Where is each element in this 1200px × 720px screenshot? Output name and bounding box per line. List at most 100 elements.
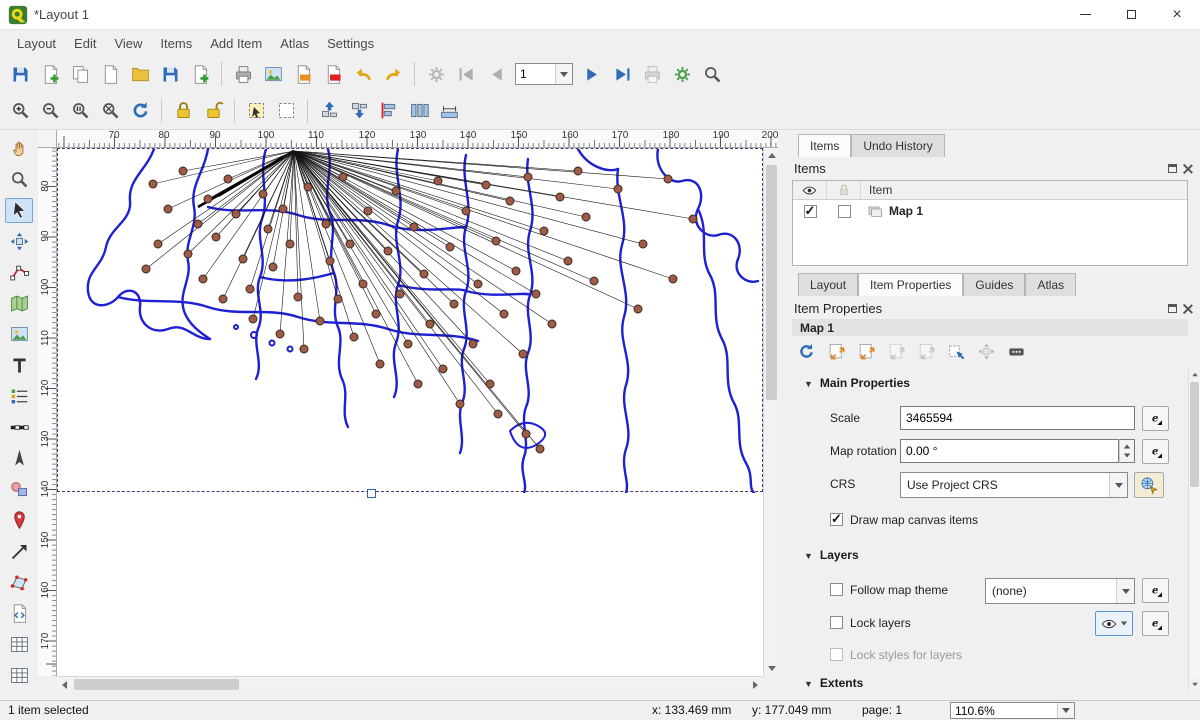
lock-layers-data-defined-button[interactable] — [1142, 611, 1169, 636]
set-map-extent-to-canvas-button[interactable] — [824, 339, 848, 363]
add-attribute-table-tool[interactable] — [5, 632, 33, 657]
properties-scrollbar[interactable] — [1188, 368, 1200, 690]
lock-layers-eye-button[interactable] — [1095, 611, 1133, 636]
menu-layout[interactable]: Layout — [8, 32, 65, 55]
zoom-actual-button[interactable] — [66, 97, 94, 125]
crs-combo[interactable]: Use Project CRS — [900, 472, 1128, 498]
canvas-vertical-scrollbar[interactable] — [763, 148, 778, 676]
tab-item-properties[interactable]: Item Properties — [858, 273, 963, 296]
save-as-template-button[interactable] — [156, 60, 184, 88]
lock-selected-items-button[interactable] — [169, 97, 197, 125]
resize-items-button[interactable] — [435, 97, 463, 125]
add-scalebar-tool[interactable] — [5, 415, 33, 440]
crs-dropdown-button[interactable] — [1109, 473, 1127, 497]
layers-group[interactable]: Layers — [804, 548, 859, 562]
float-panel-icon[interactable] — [1168, 304, 1177, 313]
print-atlas-button[interactable] — [638, 60, 666, 88]
update-map-preview-button[interactable] — [794, 339, 818, 363]
main-properties-group[interactable]: Main Properties — [804, 376, 910, 390]
edit-nodes-item-tool[interactable] — [5, 260, 33, 285]
extents-group[interactable]: Extents — [804, 676, 863, 690]
item-properties-scrollarea[interactable]: Main Properties Scale Map rotation CRS U… — [790, 368, 1188, 690]
maximize-button[interactable] — [1108, 0, 1154, 30]
pan-layout-tool[interactable] — [5, 136, 33, 161]
view-extent-in-canvas-button[interactable] — [854, 339, 878, 363]
minimize-button[interactable] — [1062, 0, 1108, 30]
tab-undo-history[interactable]: Undo History — [851, 134, 944, 157]
export-as-pdf-button[interactable] — [319, 60, 347, 88]
menu-edit[interactable]: Edit — [65, 32, 105, 55]
properties-scroll-thumb[interactable] — [1190, 382, 1199, 487]
zoom-level-input[interactable] — [951, 702, 1057, 720]
menu-items[interactable]: Items — [151, 32, 201, 55]
select-move-item-tool[interactable] — [5, 198, 33, 223]
add-arrow-tool[interactable] — [5, 539, 33, 564]
tab-layout[interactable]: Layout — [798, 273, 858, 296]
unlock-all-items-button[interactable] — [199, 97, 227, 125]
atlas-page-input[interactable] — [516, 65, 555, 83]
close-button[interactable]: × — [1154, 0, 1200, 30]
scale-data-defined-button[interactable] — [1142, 406, 1169, 431]
map-item-resize-handle[interactable] — [367, 489, 376, 498]
undo-button[interactable] — [349, 60, 377, 88]
zoom-out-button[interactable] — [36, 97, 64, 125]
zoom-in-button[interactable] — [6, 97, 34, 125]
duplicate-layout-button[interactable] — [66, 60, 94, 88]
refresh-view-button[interactable] — [126, 97, 154, 125]
print-button[interactable] — [229, 60, 257, 88]
close-panel-icon[interactable] — [1183, 164, 1192, 173]
tab-atlas[interactable]: Atlas — [1025, 273, 1076, 296]
map-rotation-spinner[interactable] — [1119, 439, 1135, 463]
add-picture-tool[interactable] — [5, 322, 33, 347]
canvas-horizontal-scrollbar[interactable] — [57, 676, 763, 691]
menu-view[interactable]: View — [105, 32, 151, 55]
move-map-content-button[interactable] — [974, 339, 998, 363]
view-scale-in-canvas-button[interactable] — [914, 339, 938, 363]
select-all-items-button[interactable] — [242, 97, 270, 125]
add-marker-tool[interactable] — [5, 508, 33, 533]
add-north-arrow-tool[interactable] — [5, 446, 33, 471]
export-as-image-button[interactable] — [259, 60, 287, 88]
map1-lock-checkbox[interactable] — [838, 205, 851, 218]
interactively-edit-extent-button[interactable] — [944, 339, 968, 363]
raise-selected-items-button[interactable] — [315, 97, 343, 125]
scroll-down-button[interactable] — [764, 661, 779, 676]
atlas-settings-button[interactable] — [668, 60, 696, 88]
export-as-svg-button[interactable] — [289, 60, 317, 88]
labeling-settings-button[interactable] — [1004, 339, 1028, 363]
redo-button[interactable] — [379, 60, 407, 88]
scale-input[interactable] — [900, 406, 1135, 430]
previous-feature-button[interactable] — [482, 60, 510, 88]
add-html-frame-tool[interactable] — [5, 601, 33, 626]
deselect-all-items-button[interactable] — [272, 97, 300, 125]
theme-data-defined-button[interactable] — [1142, 578, 1169, 603]
float-panel-icon[interactable] — [1168, 164, 1177, 173]
map-theme-combo[interactable]: (none) — [985, 578, 1135, 604]
layout-page[interactable] — [57, 148, 763, 676]
preview-atlas-button[interactable] — [422, 60, 450, 88]
draw-map-canvas-items-checkbox[interactable] — [830, 513, 843, 526]
lock-styles-checkbox[interactable] — [830, 648, 843, 661]
zoom-dropdown-button[interactable] — [1057, 703, 1074, 718]
map-rotation-input[interactable] — [900, 439, 1119, 463]
add-node-item-tool[interactable] — [5, 570, 33, 595]
menu-add-item[interactable]: Add Item — [201, 32, 271, 55]
tab-guides[interactable]: Guides — [963, 273, 1025, 296]
add-fixed-table-tool[interactable] — [5, 663, 33, 688]
menu-settings[interactable]: Settings — [318, 32, 383, 55]
add-items-from-template-button[interactable] — [186, 60, 214, 88]
items-tree-row-map1[interactable]: Map 1 — [793, 200, 1187, 222]
rotation-data-defined-button[interactable] — [1142, 439, 1169, 464]
atlas-page-dropdown[interactable] — [555, 64, 572, 84]
align-selected-items-button[interactable] — [375, 97, 403, 125]
lower-selected-items-button[interactable] — [345, 97, 373, 125]
add-shape-tool[interactable] — [5, 477, 33, 502]
scroll-left-button[interactable] — [57, 677, 72, 692]
menu-atlas[interactable]: Atlas — [271, 32, 318, 55]
layout-manager-button[interactable] — [96, 60, 124, 88]
first-feature-button[interactable] — [452, 60, 480, 88]
lock-layers-checkbox[interactable] — [830, 616, 843, 629]
set-map-scale-to-canvas-button[interactable] — [884, 339, 908, 363]
follow-map-theme-checkbox[interactable] — [830, 583, 843, 596]
map1-visibility-checkbox[interactable] — [804, 205, 817, 218]
